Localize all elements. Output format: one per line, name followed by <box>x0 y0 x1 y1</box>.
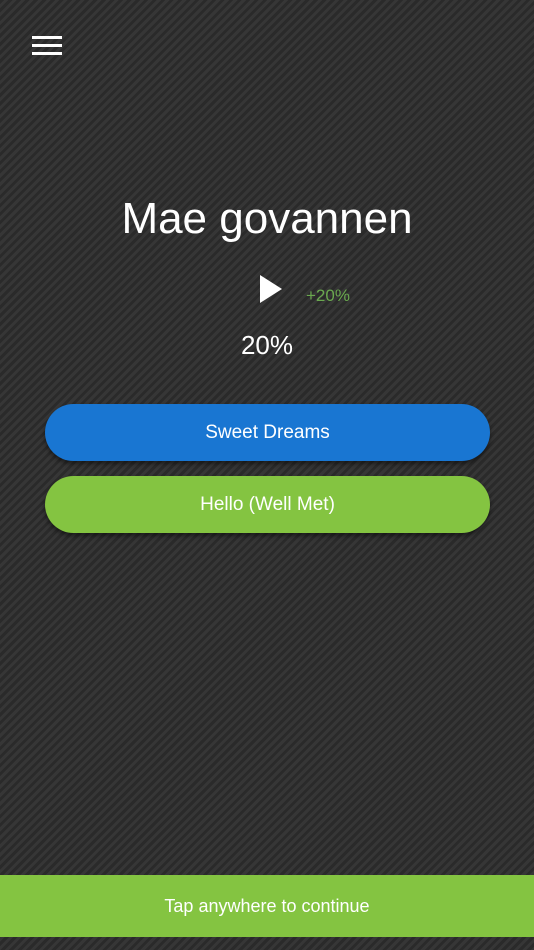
play-icon-svg <box>260 275 282 303</box>
menu-bar-line <box>32 44 62 47</box>
answer-button-hello-well-met[interactable]: Hello (Well Met) <box>45 476 490 533</box>
continue-button[interactable]: Tap anywhere to continue <box>0 875 534 937</box>
question-phrase: Mae govannen <box>121 194 413 243</box>
answer-button-sweet-dreams[interactable]: Sweet Dreams <box>45 404 490 461</box>
menu-bar-line <box>32 52 62 55</box>
play-icon[interactable] <box>258 274 284 304</box>
hamburger-menu-icon[interactable] <box>32 36 62 58</box>
menu-bar-line <box>32 36 62 39</box>
bonus-percent: +20% <box>306 286 350 305</box>
progress-percent: 20% <box>240 330 294 360</box>
